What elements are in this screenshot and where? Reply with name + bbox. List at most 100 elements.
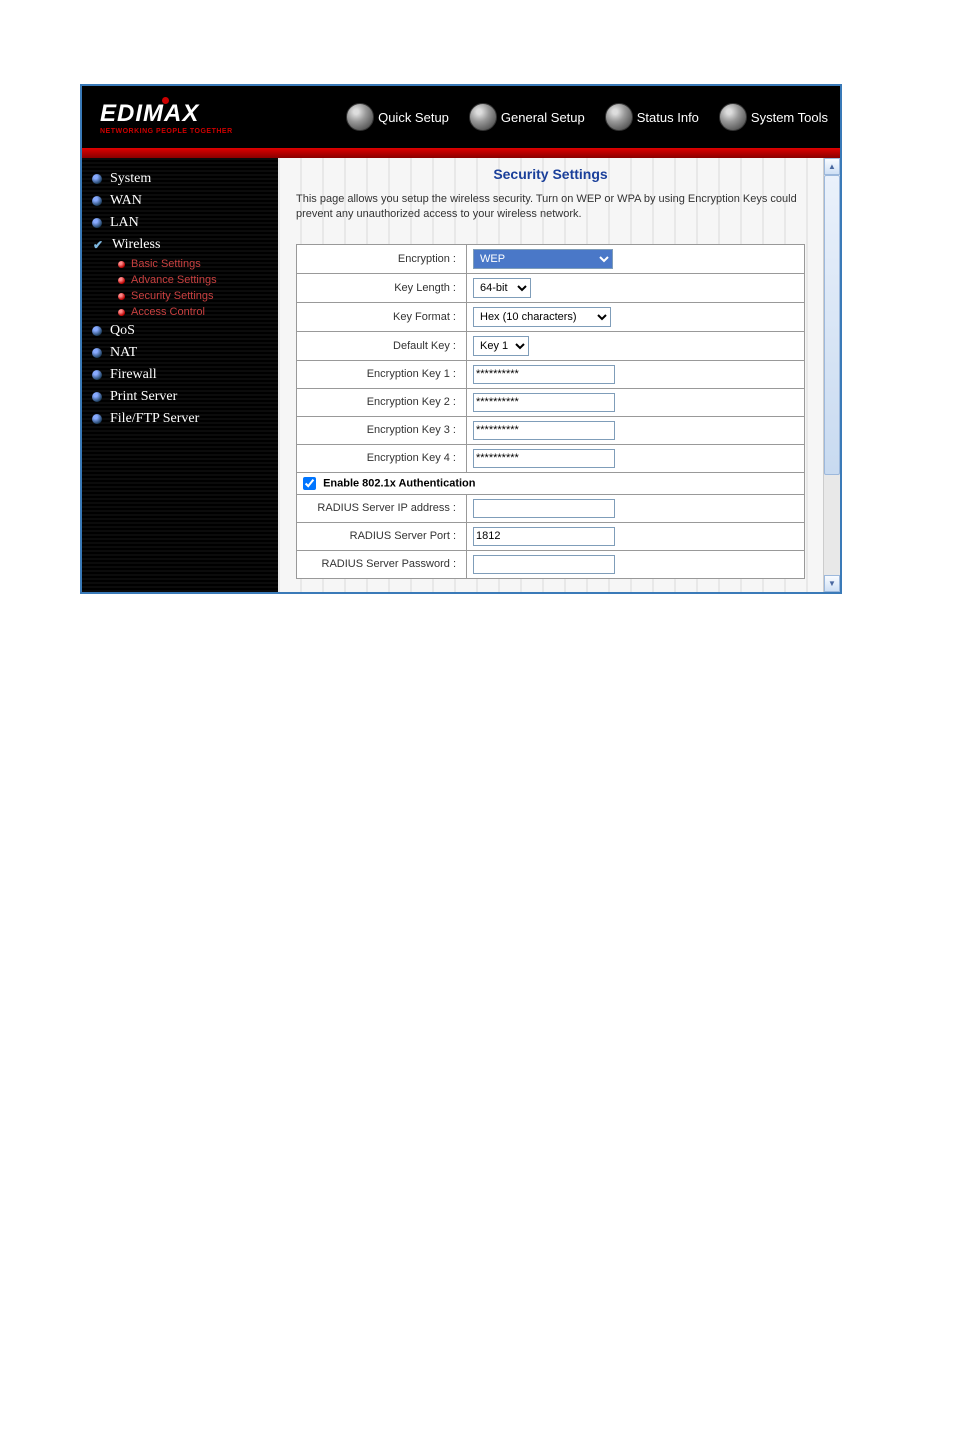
label-enc-key-1: Encryption Key 1 : (297, 360, 467, 388)
key-length-select[interactable]: 64-bit (473, 278, 531, 298)
nav-system[interactable]: System (92, 168, 278, 190)
bullet-icon (118, 309, 125, 316)
nav-wireless[interactable]: ✔ Wireless (92, 234, 278, 256)
page-description: This page allows you setup the wireless … (296, 192, 805, 222)
app-frame: EDIMAX NETWORKING PEOPLE TOGETHER Quick … (80, 84, 842, 594)
topnav-label: Quick Setup (378, 110, 449, 125)
nav-wan[interactable]: WAN (92, 190, 278, 212)
nav-label: WAN (110, 193, 142, 209)
nav-label: LAN (110, 215, 139, 231)
nav-label: Wireless (112, 237, 160, 253)
label-enc-key-3: Encryption Key 3 : (297, 416, 467, 444)
nav-lan[interactable]: LAN (92, 212, 278, 234)
subnav-label: Security Settings (131, 290, 214, 302)
bullet-icon (92, 326, 102, 336)
wireless-submenu: Basic Settings Advance Settings Security… (92, 256, 278, 320)
subnav-label: Advance Settings (131, 274, 217, 286)
bullet-icon (92, 174, 102, 184)
row-enc-key-1: Encryption Key 1 : (297, 360, 805, 388)
row-radius-password: RADIUS Server Password : (297, 550, 805, 578)
content-pane: Security Settings This page allows you s… (278, 158, 823, 592)
scroll-thumb[interactable] (824, 175, 840, 475)
row-key-format: Key Format : Hex (10 characters) (297, 302, 805, 331)
row-radius-ip: RADIUS Server IP address : (297, 494, 805, 522)
topnav-label: Status Info (637, 110, 699, 125)
bullet-icon (92, 348, 102, 358)
globe-icon (719, 103, 747, 131)
brand-dot-icon (162, 97, 169, 104)
row-enc-key-2: Encryption Key 2 : (297, 388, 805, 416)
header-bar: EDIMAX NETWORKING PEOPLE TOGETHER Quick … (82, 86, 840, 148)
nav-firewall[interactable]: Firewall (92, 364, 278, 386)
subnav-security-settings[interactable]: Security Settings (118, 288, 278, 304)
bullet-icon (92, 218, 102, 228)
globe-icon (605, 103, 633, 131)
label-radius-ip: RADIUS Server IP address : (297, 494, 467, 522)
nav-label: System (110, 171, 151, 187)
row-enc-key-3: Encryption Key 3 : (297, 416, 805, 444)
sidebar: System WAN LAN ✔ Wireless Basic Settings (82, 158, 278, 592)
label-radius-port: RADIUS Server Port : (297, 522, 467, 550)
label-enc-key-4: Encryption Key 4 : (297, 444, 467, 472)
row-default-key: Default Key : Key 1 (297, 331, 805, 360)
nav-label: Firewall (110, 367, 157, 383)
page-title: Security Settings (296, 166, 805, 182)
check-icon: ✔ (92, 239, 104, 251)
brand-tagline: NETWORKING PEOPLE TOGETHER (100, 128, 233, 135)
globe-icon (469, 103, 497, 131)
content-wrap: Security Settings This page allows you s… (278, 158, 840, 592)
bullet-icon (118, 277, 125, 284)
row-radius-port: RADIUS Server Port : (297, 522, 805, 550)
bullet-icon (92, 414, 102, 424)
topnav-status-info[interactable]: Status Info (605, 103, 699, 131)
settings-table: Encryption : WEP Key Length : 64-bit (296, 244, 805, 579)
bullet-icon (92, 392, 102, 402)
radius-ip-input[interactable] (473, 499, 615, 518)
label-radius-password: RADIUS Server Password : (297, 550, 467, 578)
nav-file-ftp-server[interactable]: File/FTP Server (92, 408, 278, 430)
label-encryption: Encryption : (297, 244, 467, 273)
enc-key-2-input[interactable] (473, 393, 615, 412)
radius-port-input[interactable] (473, 527, 615, 546)
enc-key-3-input[interactable] (473, 421, 615, 440)
enable-8021x-checkbox[interactable] (303, 477, 316, 490)
enc-key-4-input[interactable] (473, 449, 615, 468)
nav-qos[interactable]: QoS (92, 320, 278, 342)
label-enc-key-2: Encryption Key 2 : (297, 388, 467, 416)
nav-label: Print Server (110, 389, 177, 405)
subnav-access-control[interactable]: Access Control (118, 304, 278, 320)
bullet-icon (118, 261, 125, 268)
radius-password-input[interactable] (473, 555, 615, 574)
enc-key-1-input[interactable] (473, 365, 615, 384)
topnav-quick-setup[interactable]: Quick Setup (346, 103, 449, 131)
encryption-select[interactable]: WEP (473, 249, 613, 269)
label-key-length: Key Length : (297, 273, 467, 302)
subnav-basic-settings[interactable]: Basic Settings (118, 256, 278, 272)
default-key-select[interactable]: Key 1 (473, 336, 529, 356)
bullet-icon (92, 196, 102, 206)
nav-label: File/FTP Server (110, 411, 199, 427)
scroll-track[interactable] (824, 175, 840, 575)
topnav-label: General Setup (501, 110, 585, 125)
topnav-system-tools[interactable]: System Tools (719, 103, 828, 131)
globe-icon (346, 103, 374, 131)
auth-header-label: Enable 802.1x Authentication (323, 477, 475, 489)
topnav-label: System Tools (751, 110, 828, 125)
subnav-advance-settings[interactable]: Advance Settings (118, 272, 278, 288)
bullet-icon (118, 293, 125, 300)
brand-name: EDIMAX (100, 100, 233, 128)
scroll-down-button[interactable]: ▼ (824, 575, 840, 592)
vertical-scrollbar[interactable]: ▲ ▼ (823, 158, 840, 592)
label-key-format: Key Format : (297, 302, 467, 331)
body-row: System WAN LAN ✔ Wireless Basic Settings (82, 158, 840, 592)
nav-print-server[interactable]: Print Server (92, 386, 278, 408)
key-format-select[interactable]: Hex (10 characters) (473, 307, 611, 327)
label-default-key: Default Key : (297, 331, 467, 360)
subnav-label: Access Control (131, 306, 205, 318)
nav-label: QoS (110, 323, 135, 339)
nav-nat[interactable]: NAT (92, 342, 278, 364)
scroll-up-button[interactable]: ▲ (824, 158, 840, 175)
top-nav: Quick Setup General Setup Status Info Sy… (346, 103, 840, 131)
topnav-general-setup[interactable]: General Setup (469, 103, 585, 131)
brand-logo: EDIMAX NETWORKING PEOPLE TOGETHER (100, 100, 233, 135)
